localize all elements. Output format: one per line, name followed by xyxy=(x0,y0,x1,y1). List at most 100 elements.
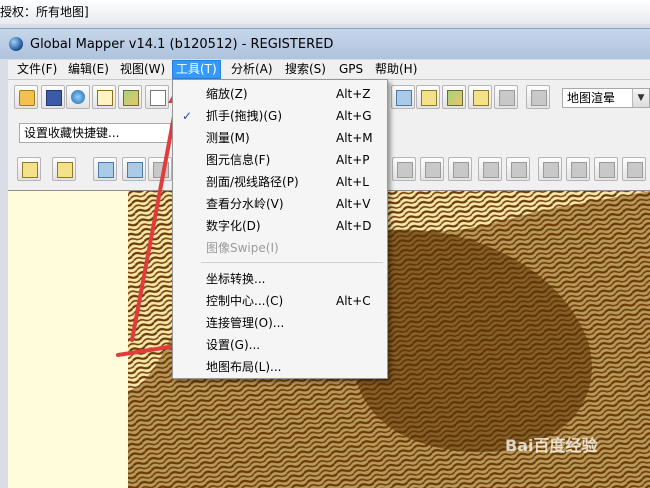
menu-item-pan[interactable]: ✓ 抓手(拖拽)(G) Alt+G xyxy=(173,105,387,127)
tower-button[interactable] xyxy=(442,85,466,109)
feature-button-3[interactable] xyxy=(448,157,472,181)
globe-icon xyxy=(71,90,85,104)
map-icon xyxy=(123,90,139,106)
menu-item-shortcut: Alt+L xyxy=(336,175,369,189)
feature-button-5[interactable] xyxy=(506,157,530,181)
folder-icon xyxy=(19,90,35,106)
menu-item-map-layout[interactable]: 地图布局(L)... xyxy=(173,356,387,378)
terrain-button[interactable] xyxy=(416,85,440,109)
menu-item-coordinate-convert[interactable]: 坐标转换... xyxy=(173,268,387,290)
menu-item-shortcut: Alt+P xyxy=(336,153,370,167)
feature-button-4[interactable] xyxy=(478,157,502,181)
window-title-bar: Global Mapper v14.1 (b120512) - REGISTER… xyxy=(0,28,650,59)
feature-button-7[interactable] xyxy=(566,157,590,181)
menu-item-control-center[interactable]: 控制中心...(C) Alt+C xyxy=(173,290,387,312)
line-icon xyxy=(483,162,499,178)
pen-icon xyxy=(473,90,489,106)
path-icon xyxy=(511,162,527,178)
menu-item-shortcut: Alt+D xyxy=(336,219,372,233)
feature-button-6[interactable] xyxy=(538,157,562,181)
menu-item-settings[interactable]: 设置(G)... xyxy=(173,334,387,356)
caption-strip: 授权：所有地图] xyxy=(0,0,650,24)
binoculars-button[interactable] xyxy=(526,85,550,109)
contour-icon xyxy=(127,162,143,178)
chevron-down-icon xyxy=(499,90,515,106)
menu-file[interactable]: 文件(F) xyxy=(14,61,60,78)
menu-item-feature-info[interactable]: 图元信息(F) Alt+P xyxy=(173,149,387,171)
tower-icon xyxy=(447,90,463,106)
layer-icon xyxy=(22,162,38,178)
zoom-button[interactable] xyxy=(391,85,415,109)
feature-button-1[interactable] xyxy=(392,157,416,181)
menu-edit[interactable]: 编辑(E) xyxy=(65,61,112,78)
menu-bar: 文件(F) 编辑(E) 视图(W) 工具(T) 分析(A) 搜索(S) GPS … xyxy=(8,60,650,80)
chevron-down-icon: ▼ xyxy=(632,89,649,107)
render-select[interactable]: 地图渲晕 ▼ xyxy=(562,88,650,108)
document-icon xyxy=(97,90,113,106)
blob-icon xyxy=(453,162,469,178)
layer-edit-icon xyxy=(57,162,73,178)
menu-item-digitize[interactable]: 数字化(D) Alt+D xyxy=(173,215,387,237)
tools-dropdown-menu: 缩放(Z) Alt+Z ✓ 抓手(拖拽)(G) Alt+G 测量(M) Alt+M 图元信息(… xyxy=(172,79,388,379)
save-icon xyxy=(46,90,62,106)
menu-tools[interactable]: 工具(T) xyxy=(172,60,221,79)
menu-item-label: 控制中心...(C) xyxy=(206,294,284,308)
window-title: Global Mapper v14.1 (b120512) - REGISTER… xyxy=(30,37,334,52)
menu-item-measure[interactable]: 测量(M) Alt+M xyxy=(173,127,387,149)
open-button[interactable] xyxy=(14,85,38,109)
menu-search[interactable]: 搜索(S) xyxy=(282,61,329,78)
menu-item-label: 设置(G)... xyxy=(206,338,261,352)
render-select-value: 地图渲晕 xyxy=(567,91,616,105)
menu-item-label: 连接管理(O)... xyxy=(206,316,285,330)
caption-text: 授权：所有地图] xyxy=(0,5,89,19)
menu-item-watershed[interactable]: 查看分水岭(V) Alt+V xyxy=(173,193,387,215)
layer-button-2[interactable] xyxy=(52,157,76,181)
menu-item-shortcut: Alt+Z xyxy=(336,87,371,101)
edit-icon xyxy=(599,162,615,178)
menu-item-connection-manager[interactable]: 连接管理(O)... xyxy=(173,312,387,334)
split-icon xyxy=(571,162,587,178)
save-button[interactable] xyxy=(41,85,65,109)
magnifier-icon xyxy=(396,90,412,106)
vertex-icon xyxy=(627,162,643,178)
feature-button-8[interactable] xyxy=(594,157,618,181)
menu-item-label: 数字化(D) xyxy=(206,219,261,233)
node-icon xyxy=(543,162,559,178)
tool-icon xyxy=(153,162,169,178)
layer-button-5[interactable] xyxy=(148,157,172,181)
star-button[interactable] xyxy=(145,85,169,109)
layer-button-3[interactable] xyxy=(93,157,117,181)
area-icon xyxy=(397,162,413,178)
menu-item-profile[interactable]: 剖面/视线路径(P) Alt+L xyxy=(173,171,387,193)
globe-button[interactable] xyxy=(66,85,90,109)
globe-icon xyxy=(9,37,23,51)
menu-item-label: 图像Swipe(I) xyxy=(206,241,279,255)
menu-gps[interactable]: GPS xyxy=(336,61,366,78)
menu-item-label: 缩放(Z) xyxy=(206,87,248,101)
shortcut-select[interactable]: 设置收藏快捷键... xyxy=(19,123,171,143)
pen-button[interactable] xyxy=(468,85,492,109)
shape-icon xyxy=(425,162,441,178)
feature-button-9[interactable] xyxy=(622,157,646,181)
menu-item-label: 地图布局(L)... xyxy=(206,360,282,374)
document-button[interactable] xyxy=(92,85,116,109)
map-button[interactable] xyxy=(118,85,142,109)
menu-item-label: 剖面/视线路径(P) xyxy=(206,175,299,189)
checkmark-icon: ✓ xyxy=(182,109,193,123)
feature-button-2[interactable] xyxy=(420,157,444,181)
menu-view[interactable]: 视图(W) xyxy=(117,61,168,78)
menu-item-shortcut: Alt+V xyxy=(336,197,371,211)
binoculars-icon xyxy=(531,90,547,106)
menu-analysis[interactable]: 分析(A) xyxy=(228,61,276,78)
shortcut-select-value: 设置收藏快捷键... xyxy=(24,126,120,140)
menu-item-label: 坐标转换... xyxy=(206,272,266,286)
layer-button-1[interactable] xyxy=(17,157,41,181)
menu-item-label: 查看分水岭(V) xyxy=(206,197,284,211)
layer-button-4[interactable] xyxy=(122,157,146,181)
map-blank-region xyxy=(8,191,133,488)
menu-separator xyxy=(201,262,383,263)
menu-item-zoom[interactable]: 缩放(Z) Alt+Z xyxy=(173,83,387,105)
stairs-icon xyxy=(98,162,114,178)
menu-help[interactable]: 帮助(H) xyxy=(372,61,420,78)
dropdown-button[interactable] xyxy=(494,85,518,109)
